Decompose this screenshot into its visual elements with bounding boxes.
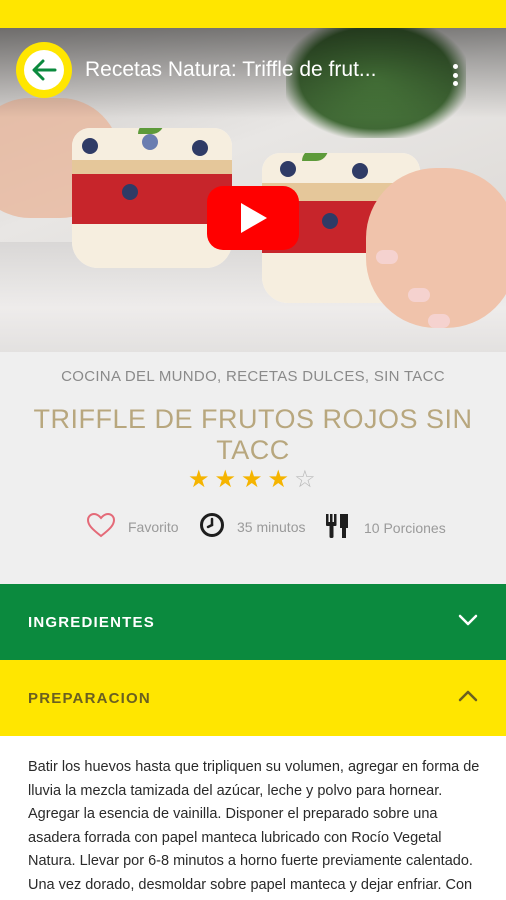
recipe-title: TRIFFLE DE FRUTOS ROJOS SIN TACC — [33, 404, 473, 465]
video-title[interactable]: Recetas Natura: Triffle de frut... — [85, 58, 425, 82]
star-filled-icon[interactable]: ★ — [241, 467, 263, 493]
favorite-label: Favorito — [128, 518, 179, 535]
cutlery-icon — [324, 512, 352, 543]
star-filled-icon[interactable]: ★ — [268, 467, 290, 493]
recipe-info-panel: COCINA DEL MUNDO, RECETAS DULCES, SIN TA… — [0, 352, 506, 584]
star-empty-icon[interactable]: ☆ — [294, 467, 316, 493]
clock-icon — [199, 512, 225, 541]
arrow-left-icon — [24, 50, 64, 90]
back-button[interactable] — [16, 42, 72, 98]
right-hand-image — [366, 168, 506, 328]
ingredients-accordion[interactable]: INGREDIENTES — [0, 584, 506, 660]
star-filled-icon[interactable]: ★ — [215, 467, 237, 493]
more-vertical-icon[interactable] — [445, 60, 465, 90]
star-filled-icon[interactable]: ★ — [188, 467, 210, 493]
top-status-bar — [0, 0, 506, 28]
preparation-text: Batir los huevos hasta que tripliquen su… — [28, 759, 480, 893]
rating-stars[interactable]: ★ ★ ★ ★ ☆ — [188, 467, 316, 493]
prep-time-label: 35 minutos — [237, 518, 306, 535]
chevron-up-icon[interactable] — [458, 689, 478, 707]
youtube-play-icon[interactable] — [207, 186, 299, 250]
preparation-label: PREPARACION — [28, 689, 151, 707]
chevron-down-icon[interactable] — [458, 613, 478, 631]
preparation-accordion[interactable]: PREPARACION — [0, 660, 506, 736]
prep-time: 35 minutos — [199, 512, 305, 541]
favorite-action[interactable]: Favorito — [86, 512, 179, 541]
portions: 10 Porciones — [324, 512, 446, 543]
ingredients-label: INGREDIENTES — [28, 613, 155, 631]
portions-label: 10 Porciones — [364, 519, 446, 536]
heart-icon — [86, 512, 116, 541]
recipe-categories: COCINA DEL MUNDO, RECETAS DULCES, SIN TA… — [61, 368, 445, 385]
